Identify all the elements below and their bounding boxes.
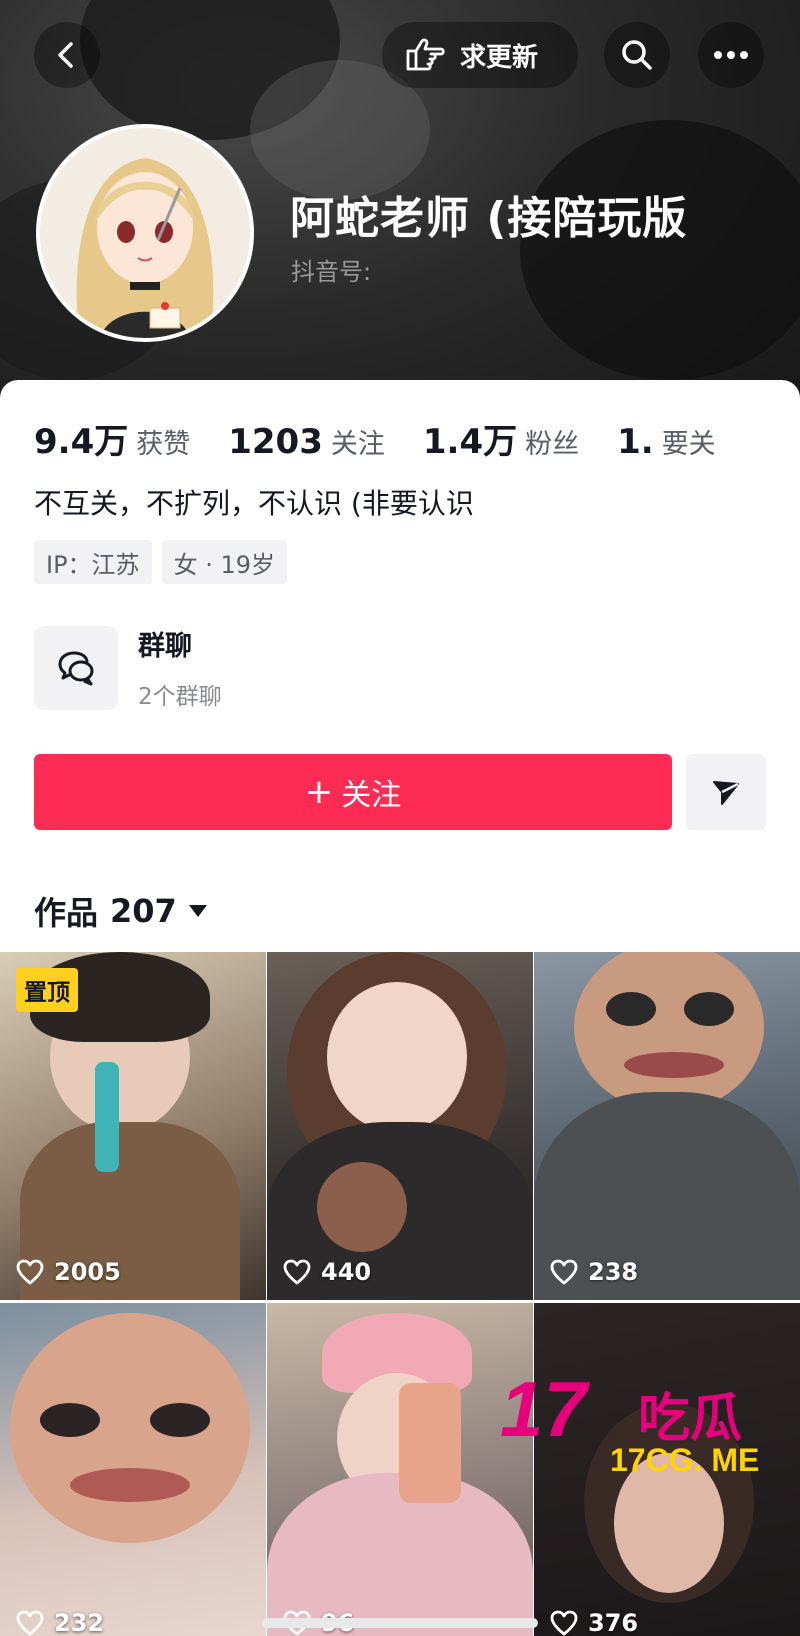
back-button[interactable] [34,22,100,88]
anime-avatar-illustration [40,128,250,338]
heart-icon [550,1610,578,1636]
ip-location-tag: IP：江苏 [34,540,152,584]
search-button[interactable] [604,22,670,88]
thumbnail-figure [399,1383,461,1503]
stat-value: 1203 [228,422,323,462]
stat-mutual[interactable]: 1. 要关 [617,422,716,462]
video-thumbnail[interactable]: 440 [267,952,533,1300]
background-cat-shape [520,120,800,380]
group-chat-icon-box [34,625,118,710]
group-chat-entry[interactable]: 群聊 2个群聊 [34,624,222,711]
thumbnail-figure [150,1403,210,1437]
watermark-number: 17 [500,1365,587,1453]
works-count: 207 [110,892,177,930]
profile-header: 求更新 阿蛇老师 (接陪玩版 抖音号: [0,0,800,440]
like-count-value: 238 [588,1258,639,1286]
like-count: 238 [550,1258,638,1286]
thumbnail-figure [574,952,764,1112]
stats-row: 9.4万 获赞 1203 关注 1.4万 粉丝 1. 要关 [34,414,754,463]
like-count: 376 [550,1609,638,1636]
plus-icon: + [304,772,334,812]
thumbnail-figure [684,992,734,1026]
watermark-url: 17CG. ME [610,1442,760,1478]
caret-down-icon [188,905,207,917]
heart-icon [16,1259,44,1285]
site-watermark: 17 吃瓜 17CG. ME [500,1364,790,1484]
thumbnail-figure [70,1468,190,1502]
thumbnail-figure [606,992,656,1026]
thumbnail-figure [317,1162,407,1252]
follow-label: 关注 [341,778,402,813]
group-chat-subtitle: 2个群聊 [138,684,222,710]
home-indicator[interactable] [262,1618,538,1628]
heart-icon [550,1259,578,1285]
stat-value: 1. [617,422,654,462]
works-label: 作品 [34,894,99,932]
follow-button[interactable]: + 关注 [34,754,672,830]
hand-pointing-icon [406,38,445,71]
like-count-value: 2005 [54,1258,121,1286]
like-count: 232 [16,1609,104,1636]
back-icon [58,42,73,68]
works-tab[interactable]: 作品 207 [34,888,207,934]
thumbnail-figure [327,982,467,1132]
nickname: 阿蛇老师 (接陪玩版 [290,193,688,244]
share-button[interactable] [686,754,766,830]
stat-value: 1.4万 [422,422,518,462]
video-thumbnail[interactable]: 238 [534,952,800,1300]
search-icon [622,40,652,70]
heart-icon [16,1610,44,1636]
request-update-label: 求更新 [460,42,539,73]
thumbnail-figure [95,1062,119,1172]
more-button[interactable] [698,22,764,88]
gender-age-tag: 女 · 19岁 [161,540,287,584]
stat-label: 关注 [330,429,385,460]
video-grid: 置顶 2005 440 238 232 376 [0,952,800,1636]
profile-tags: IP：江苏 女 · 19岁 [34,540,287,584]
stat-value: 9.4万 [34,422,129,462]
like-count-value: 376 [588,1609,639,1636]
video-thumbnail[interactable]: 96 [267,1303,533,1636]
avatar[interactable] [36,124,254,342]
like-count-value: 440 [321,1258,372,1286]
request-update-button[interactable]: 求更新 [382,22,578,88]
like-count: 440 [283,1258,371,1286]
heart-icon [283,1259,311,1285]
share-arrow-icon [713,781,739,805]
group-chat-title: 群聊 [138,631,192,662]
stat-following[interactable]: 1203 关注 [228,422,385,462]
stat-label: 获赞 [136,429,191,460]
group-chat-icon [58,650,94,685]
watermark-chinese: 吃瓜 [638,1389,743,1449]
video-thumbnail[interactable]: 232 [0,1303,266,1636]
stat-followers[interactable]: 1.4万 粉丝 [423,414,579,463]
bio-text: 不互关，不扩列，不认识 (非要认识 [34,487,474,520]
pinned-badge: 置顶 [16,968,78,1012]
douyin-id-label: 抖音号: [291,258,372,286]
stat-label: 粉丝 [525,429,580,460]
stat-likes[interactable]: 9.4万 获赞 [34,414,190,463]
thumbnail-figure [624,1052,724,1078]
thumbnail-figure [40,1403,100,1437]
group-chat-texts: 群聊 2个群聊 [138,624,222,711]
video-thumbnail[interactable]: 置顶 2005 [0,952,266,1300]
like-count-value: 232 [54,1609,105,1636]
like-count: 2005 [16,1258,121,1286]
more-icon [714,51,748,59]
stat-label: 要关 [661,429,716,460]
